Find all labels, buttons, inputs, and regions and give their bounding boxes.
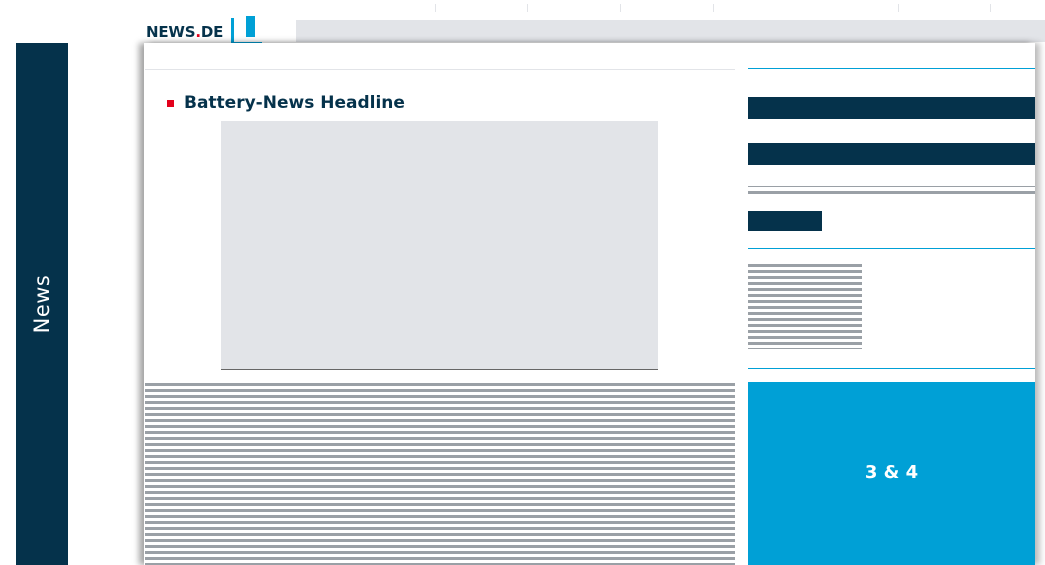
logo-mark-icon [229,16,263,46]
sidebar-heading-placeholder [748,143,1035,165]
article-image-placeholder [221,121,658,370]
feature-box[interactable]: 3 & 4 [748,382,1035,565]
sidebar-divider [748,191,1035,194]
left-banner-label: News [30,274,54,334]
sidebar-tag-placeholder [748,211,822,231]
sidebar-divider [748,186,1035,187]
top-nav-bar-placeholder [296,20,1045,42]
sidebar-rule [748,248,1035,249]
divider-tick [898,4,899,12]
sidebar-rule [748,368,1035,369]
headline-text: Battery-News Headline [184,93,405,113]
divider-tick [527,4,528,12]
sidebar-text-placeholder [748,264,862,349]
article-body-text-placeholder [145,383,735,565]
divider-tick [990,4,991,12]
feature-box-label: 3 & 4 [864,462,919,483]
headline-bullet-icon [167,99,174,107]
site-logo[interactable]: NEWS.DE [146,16,263,46]
content-divider [145,69,735,70]
divider-tick [620,4,621,12]
divider-tick [713,4,714,12]
article-headline[interactable]: Battery-News Headline [167,92,405,114]
divider-tick [435,4,436,12]
sidebar-rule [748,68,1035,69]
logo-wordmark: NEWS.DE [146,23,224,41]
sidebar-heading-placeholder [748,97,1035,119]
